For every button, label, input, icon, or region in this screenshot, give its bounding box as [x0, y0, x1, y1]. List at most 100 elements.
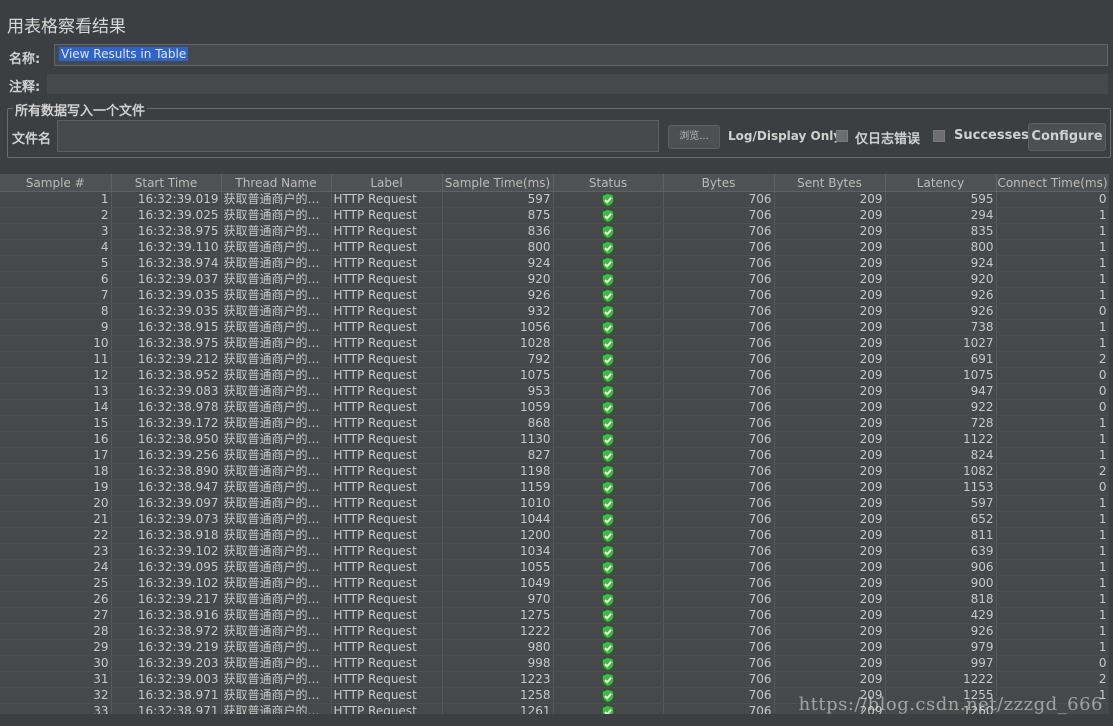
start-time-cell: 16:32:39.212 — [111, 351, 222, 368]
column-header[interactable]: Label — [331, 174, 443, 192]
latency-cell: 811 — [885, 527, 997, 544]
table-row[interactable]: 3 16:32:38.975 获取普通商户的套... HTTP Request 836 7… — [0, 223, 1110, 240]
bytes-cell: 706 — [663, 559, 775, 576]
errors-checkbox[interactable] — [836, 130, 848, 142]
thread-name-cell: 获取普通商户的套... — [221, 623, 332, 640]
column-header[interactable]: Thread Name — [221, 174, 332, 192]
latency-cell: 595 — [885, 191, 997, 208]
table-row[interactable]: 5 16:32:38.974 获取普通商户的套... HTTP Request 924 7… — [0, 255, 1110, 272]
table-row[interactable]: 7 16:32:39.035 获取普通商户的套... HTTP Request 926 7… — [0, 287, 1110, 304]
bytes-cell: 706 — [663, 239, 775, 256]
column-header[interactable]: Bytes — [663, 174, 775, 192]
table-row[interactable]: 22 16:32:38.918 获取普通商户的套... HTTP Request 120… — [0, 527, 1110, 544]
filename-field[interactable] — [57, 120, 659, 152]
table-row[interactable]: 10 16:32:38.975 获取普通商户的套... HTTP Request 102… — [0, 335, 1110, 352]
bytes-cell: 706 — [663, 303, 775, 320]
column-header[interactable]: Status — [553, 174, 664, 192]
column-header[interactable]: Sample Time(ms) — [442, 174, 554, 192]
table-row[interactable]: 29 16:32:39.219 获取普通商户的套... HTTP Request 980… — [0, 639, 1110, 656]
status-cell — [553, 383, 664, 400]
table-row[interactable]: 25 16:32:39.102 获取普通商户的套... HTTP Request 104… — [0, 575, 1110, 592]
success-shield-icon — [602, 432, 614, 447]
column-header[interactable]: Connect Time(ms) — [996, 174, 1110, 192]
status-cell — [553, 351, 664, 368]
table-row[interactable]: 6 16:32:39.037 获取普通商户的套... HTTP Request 920 7… — [0, 271, 1110, 288]
bytes-cell: 706 — [663, 191, 775, 208]
status-cell — [553, 607, 664, 624]
connect-time-cell: 1 — [996, 559, 1110, 576]
table-row[interactable]: 13 16:32:39.083 获取普通商户的套... HTTP Request 953… — [0, 383, 1110, 400]
table-row[interactable]: 31 16:32:39.003 获取普通商户的套... HTTP Request 122… — [0, 671, 1110, 688]
label-cell: HTTP Request — [331, 687, 443, 704]
table-row[interactable]: 16 16:32:38.950 获取普通商户的套... HTTP Request 113… — [0, 431, 1110, 448]
label-cell: HTTP Request — [331, 383, 443, 400]
label-cell: HTTP Request — [331, 399, 443, 416]
table-row[interactable]: 28 16:32:38.972 获取普通商户的套... HTTP Request 122… — [0, 623, 1110, 640]
file-label: 文件名 — [12, 132, 52, 147]
table-row[interactable]: 14 16:32:38.978 获取普通商户的套... HTTP Request 105… — [0, 399, 1110, 416]
table-row[interactable]: 27 16:32:38.916 获取普通商户的套... HTTP Request 127… — [0, 607, 1110, 624]
success-shield-icon — [602, 192, 614, 207]
scrollbar[interactable] — [1109, 174, 1113, 714]
status-cell — [553, 671, 664, 688]
errors-label: 仅日志错误 — [855, 132, 921, 147]
connect-time-cell: 1 — [996, 319, 1110, 336]
sent-bytes-cell: 209 — [774, 527, 886, 544]
thread-name-cell: 获取普通商户的套... — [221, 319, 332, 336]
browse-button[interactable]: 浏览... — [668, 125, 720, 149]
column-header[interactable]: Sent Bytes — [774, 174, 886, 192]
configure-button[interactable]: Configure — [1028, 123, 1106, 151]
sample-time-cell: 1261 — [442, 703, 554, 714]
sample-time-cell: 1028 — [442, 335, 554, 352]
sent-bytes-cell: 209 — [774, 671, 886, 688]
column-header[interactable]: Start Time — [111, 174, 222, 192]
bottom-bar — [0, 714, 1113, 726]
success-shield-icon — [602, 336, 614, 351]
latency-cell: 1222 — [885, 671, 997, 688]
bytes-cell: 706 — [663, 207, 775, 224]
sample-time-cell: 1275 — [442, 607, 554, 624]
sent-bytes-cell: 209 — [774, 255, 886, 272]
table-row[interactable]: 23 16:32:39.102 获取普通商户的套... HTTP Request 103… — [0, 543, 1110, 560]
latency-cell: 926 — [885, 287, 997, 304]
thread-name-cell: 获取普通商户的套... — [221, 511, 332, 528]
start-time-cell: 16:32:38.971 — [111, 687, 222, 704]
name-field[interactable]: View Results in Table — [54, 44, 1108, 66]
successes-checkbox[interactable] — [933, 130, 945, 142]
table-row[interactable]: 15 16:32:39.172 获取普通商户的套... HTTP Request 868… — [0, 415, 1110, 432]
sent-bytes-cell: 209 — [774, 623, 886, 640]
thread-name-cell: 获取普通商户的套... — [221, 207, 332, 224]
table-row[interactable]: 19 16:32:38.947 获取普通商户的套... HTTP Request 115… — [0, 479, 1110, 496]
success-shield-icon — [602, 464, 614, 479]
start-time-cell: 16:32:38.971 — [111, 703, 222, 714]
comment-field[interactable] — [47, 74, 1108, 94]
table-row[interactable]: 21 16:32:39.073 获取普通商户的套... HTTP Request 104… — [0, 511, 1110, 528]
start-time-cell: 16:32:38.978 — [111, 399, 222, 416]
connect-time-cell: 1 — [996, 575, 1110, 592]
start-time-cell: 16:32:39.172 — [111, 415, 222, 432]
table-row[interactable]: 30 16:32:39.203 获取普通商户的套... HTTP Request 998… — [0, 655, 1110, 672]
table-row[interactable]: 18 16:32:38.890 获取普通商户的套... HTTP Request 119… — [0, 463, 1110, 480]
table-row[interactable]: 26 16:32:39.217 获取普通商户的套... HTTP Request 970… — [0, 591, 1110, 608]
results-table[interactable]: Sample # Start Time Thread Name Label Sa… — [0, 174, 1113, 714]
column-header[interactable]: Sample # — [0, 174, 112, 192]
table-row[interactable]: 4 16:32:39.110 获取普通商户的套... HTTP Request 800 7… — [0, 239, 1110, 256]
status-cell — [553, 223, 664, 240]
table-row[interactable]: 12 16:32:38.952 获取普通商户的套... HTTP Request 107… — [0, 367, 1110, 384]
status-cell — [553, 495, 664, 512]
bytes-cell: 706 — [663, 575, 775, 592]
table-row[interactable]: 24 16:32:39.095 获取普通商户的套... HTTP Request 105… — [0, 559, 1110, 576]
table-row[interactable]: 1 16:32:39.019 获取普通商户的套... HTTP Request 597 7… — [0, 191, 1110, 208]
table-row[interactable]: 17 16:32:39.256 获取普通商户的套... HTTP Request 827… — [0, 447, 1110, 464]
table-row[interactable]: 2 16:32:39.025 获取普通商户的套... HTTP Request 875 7… — [0, 207, 1110, 224]
table-row[interactable]: 11 16:32:39.212 获取普通商户的套... HTTP Request 792… — [0, 351, 1110, 368]
table-row[interactable]: 20 16:32:39.097 获取普通商户的套... HTTP Request 101… — [0, 495, 1110, 512]
start-time-cell: 16:32:38.975 — [111, 223, 222, 240]
column-header[interactable]: Latency — [885, 174, 997, 192]
start-time-cell: 16:32:39.110 — [111, 239, 222, 256]
sent-bytes-cell: 209 — [774, 447, 886, 464]
table-row[interactable]: 8 16:32:39.035 获取普通商户的套... HTTP Request 932 7… — [0, 303, 1110, 320]
status-cell — [553, 287, 664, 304]
table-row[interactable]: 9 16:32:38.915 获取普通商户的套... HTTP Request 1056… — [0, 319, 1110, 336]
thread-name-cell: 获取普通商户的套... — [221, 607, 332, 624]
